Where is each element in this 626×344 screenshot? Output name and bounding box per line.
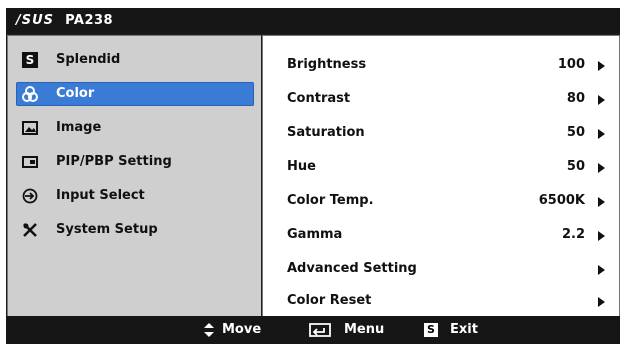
sidebar-item-splendid[interactable]: S Splendid bbox=[16, 48, 254, 72]
setting-value: 50 bbox=[566, 125, 585, 140]
sidebar-item-system-setup[interactable]: System Setup bbox=[16, 218, 254, 242]
menu-label: Menu bbox=[344, 322, 385, 337]
asus-logo: /SUS bbox=[16, 13, 55, 28]
arrow-right-icon bbox=[598, 61, 605, 71]
up-down-icon bbox=[202, 322, 222, 338]
sidebar-item-label: Input Select bbox=[56, 188, 145, 203]
splendid-s-icon: S bbox=[22, 52, 38, 68]
sidebar-item-label: PIP/PBP Setting bbox=[56, 154, 172, 169]
arrow-right-icon bbox=[598, 129, 605, 139]
setting-label: Color Temp. bbox=[287, 193, 374, 208]
top-bar: /SUS PA238 bbox=[6, 8, 620, 34]
setting-value: 80 bbox=[566, 91, 585, 106]
setting-label: Hue bbox=[287, 159, 316, 174]
sidebar-item-label: Image bbox=[56, 120, 102, 135]
setting-label: Gamma bbox=[287, 227, 343, 242]
tools-icon bbox=[22, 222, 38, 238]
sidebar-item-label: Splendid bbox=[56, 52, 121, 67]
setting-label: Brightness bbox=[287, 57, 367, 72]
model-name: PA238 bbox=[65, 13, 114, 28]
arrow-right-icon bbox=[598, 265, 605, 275]
menu-enter-icon bbox=[306, 322, 331, 338]
arrow-right-icon bbox=[598, 297, 605, 307]
sidebar-item-color[interactable]: Color bbox=[16, 82, 254, 106]
osd-window: /SUS PA238 S Splendid Color Image PIP/PB… bbox=[6, 8, 620, 344]
image-icon bbox=[22, 120, 38, 136]
setting-label: Contrast bbox=[287, 91, 351, 106]
sidebar-item-input-select[interactable]: Input Select bbox=[16, 184, 254, 208]
sidebar-item-label: System Setup bbox=[56, 222, 158, 237]
setting-label: Advanced Setting bbox=[287, 261, 417, 276]
move-label: Move bbox=[222, 322, 262, 337]
arrow-right-icon bbox=[598, 95, 605, 105]
exit-hint[interactable]: S Exit bbox=[424, 322, 478, 338]
brand: /SUS PA238 bbox=[16, 13, 113, 28]
sidebar-item-pip-pbp[interactable]: PIP/PBP Setting bbox=[16, 150, 254, 174]
exit-label: Exit bbox=[450, 322, 478, 337]
bottom-bar: Move Menu S Exit bbox=[6, 316, 620, 344]
setting-row-gamma[interactable]: Gamma 2.2 bbox=[263, 218, 619, 252]
setting-row-hue[interactable]: Hue 50 bbox=[263, 150, 619, 184]
color-rgb-icon bbox=[22, 86, 38, 102]
setting-value: 100 bbox=[557, 57, 585, 72]
input-icon bbox=[22, 188, 38, 204]
svg-text:S: S bbox=[26, 53, 35, 67]
s-key-icon: S bbox=[424, 323, 438, 337]
setting-row-brightness[interactable]: Brightness 100 bbox=[263, 48, 619, 82]
setting-value: 50 bbox=[566, 159, 585, 174]
setting-label: Color Reset bbox=[287, 293, 372, 308]
setting-row-color-temp[interactable]: Color Temp. 6500K bbox=[263, 184, 619, 218]
setting-value: 2.2 bbox=[561, 227, 585, 242]
settings-panel: Brightness 100 Contrast 80 Saturation 50… bbox=[262, 35, 620, 318]
arrow-right-icon bbox=[598, 163, 605, 173]
setting-row-advanced-setting[interactable]: Advanced Setting bbox=[263, 252, 619, 286]
setting-row-color-reset[interactable]: Color Reset bbox=[263, 284, 619, 318]
setting-value: 6500K bbox=[538, 193, 585, 208]
setting-label: Saturation bbox=[287, 125, 365, 140]
pip-icon bbox=[22, 154, 38, 170]
arrow-right-icon bbox=[598, 231, 605, 241]
sidebar-item-image[interactable]: Image bbox=[16, 116, 254, 140]
sidebar: S Splendid Color Image PIP/PBP Setting I… bbox=[7, 35, 261, 318]
sidebar-item-label: Color bbox=[56, 86, 95, 101]
arrow-right-icon bbox=[598, 197, 605, 207]
setting-row-contrast[interactable]: Contrast 80 bbox=[263, 82, 619, 116]
setting-row-saturation[interactable]: Saturation 50 bbox=[263, 116, 619, 150]
